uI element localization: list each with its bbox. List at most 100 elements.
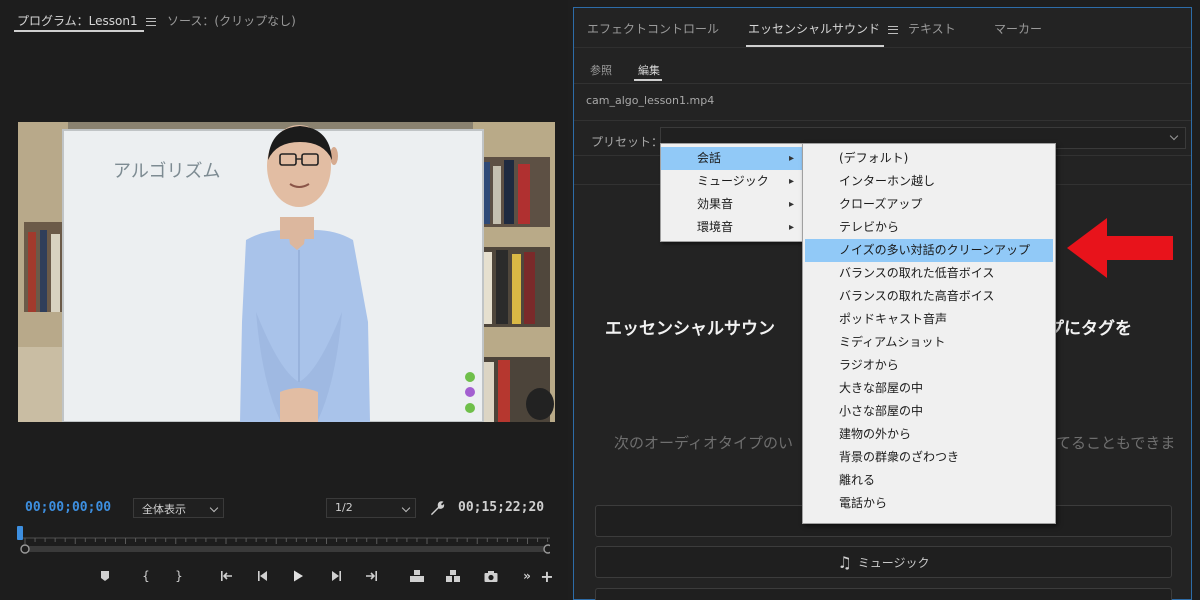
preset-menu-item[interactable]: クローズアップ	[803, 193, 1055, 216]
menu-item-ambience[interactable]: 環境音 ▸	[661, 216, 804, 239]
playback-resolution-value: 1/2	[335, 501, 353, 514]
sfx-type-button[interactable]	[595, 588, 1172, 600]
tab-program[interactable]: プログラム：Lesson1	[17, 12, 156, 29]
menu-item-label: ミュージック	[697, 174, 769, 188]
timeline-ruler[interactable]	[20, 528, 550, 558]
add-icon[interactable]: +	[536, 565, 558, 587]
empty-state-subtext-left: 次のオーディオタイプのい	[614, 434, 793, 452]
dialogue-preset-menu: (デフォルト) インターホン越し クローズアップ テレビからノイズの多い対話のクリーン…	[802, 143, 1056, 524]
active-subtab-underline	[634, 79, 662, 81]
zoom-level-value: 全体表示	[142, 503, 186, 516]
empty-state-subtext-right: てることもできま	[1056, 434, 1176, 452]
menu-item-label: 背景の群衆のざわつき	[839, 450, 960, 464]
menu-item-label: ポッドキャスト音声	[839, 312, 948, 326]
go-to-out-icon[interactable]	[360, 565, 382, 587]
export-frame-icon[interactable]	[480, 565, 502, 587]
empty-state-heading-left: エッセンシャルサウン	[605, 319, 775, 339]
chevron-down-icon	[1169, 131, 1179, 141]
preset-menu-item[interactable]: インターホン越し	[803, 170, 1055, 193]
marker-icon[interactable]	[94, 565, 116, 587]
preset-menu-item[interactable]: バランスの取れた高音ボイス	[803, 285, 1055, 308]
preset-menu-item[interactable]: 背景の群衆のざわつき	[803, 446, 1055, 469]
music-type-button[interactable]: ♫ ミュージック	[595, 546, 1172, 578]
step-forward-icon[interactable]	[325, 565, 347, 587]
zoom-level-select[interactable]: 全体表示	[133, 498, 224, 518]
preset-menu-item[interactable]: 大きな部屋の中	[803, 377, 1055, 400]
preset-menu-item[interactable]: ノイズの多い対話のクリーンアップ	[805, 239, 1053, 262]
step-back-icon[interactable]	[252, 565, 274, 587]
active-tab-underline	[746, 45, 884, 47]
menu-item-dialogue[interactable]: 会話 ▸	[661, 147, 804, 170]
menu-item-label: ノイズの多い対話のクリーンアップ	[839, 243, 1031, 257]
playhead[interactable]	[17, 526, 23, 540]
chevron-right-icon: ▸	[788, 176, 794, 187]
menu-item-music[interactable]: ミュージック ▸	[661, 170, 804, 193]
annotation-arrow-icon	[1067, 218, 1173, 278]
preset-menu-item[interactable]: ラジオから	[803, 354, 1055, 377]
subtab-edit[interactable]: 編集	[638, 62, 660, 78]
mark-out-icon[interactable]: }	[168, 565, 190, 587]
chevron-down-icon	[209, 503, 219, 513]
menu-item-label: 効果音	[697, 197, 734, 211]
menu-item-label: 建物の外から	[839, 427, 912, 441]
active-tab-underline	[14, 30, 144, 32]
menu-item-label: 大きな部屋の中	[839, 381, 924, 395]
tab-program-label: プログラム：Lesson1	[17, 14, 138, 28]
menu-item-label: バランスの取れた低音ボイス	[839, 266, 995, 280]
preset-menu-item[interactable]: 小さな部屋の中	[803, 400, 1055, 423]
menu-item-label: バランスの取れた高音ボイス	[839, 289, 995, 303]
menu-item-label: テレビから	[839, 220, 900, 234]
menu-item-label: 電話から	[839, 496, 888, 510]
playback-resolution-select[interactable]: 1/2	[326, 498, 416, 518]
mark-in-icon[interactable]: {	[135, 565, 157, 587]
more-icon[interactable]: »	[516, 565, 538, 587]
whiteboard-text: アルゴリズム	[113, 161, 220, 182]
menu-item-label: クローズアップ	[839, 197, 923, 211]
tab-markers[interactable]: マーカー	[994, 20, 1042, 37]
current-timecode[interactable]: 00;00;00;00	[25, 500, 111, 515]
play-icon[interactable]	[287, 565, 309, 587]
preset-menu-item[interactable]: 離れる	[803, 469, 1055, 492]
chevron-right-icon: ▸	[788, 222, 794, 233]
music-type-label: ミュージック	[857, 555, 930, 570]
music-note-icon: ♫	[837, 552, 852, 572]
lift-icon[interactable]	[406, 565, 428, 587]
menu-item-label: 小さな部屋の中	[839, 404, 924, 418]
menu-item-label: (デフォルト)	[839, 151, 909, 165]
subtab-browse[interactable]: 参照	[590, 62, 612, 78]
preset-menu-item[interactable]: 建物の外から	[803, 423, 1055, 446]
preset-category-menu: 会話 ▸ ミュージック ▸ 効果音 ▸ 環境音 ▸	[660, 143, 805, 242]
menu-item-sfx[interactable]: 効果音 ▸	[661, 193, 804, 216]
tab-essential-sound[interactable]: エッセンシャルサウンド	[748, 20, 899, 37]
essential-sound-tabs: エフェクトコントロール エッセンシャルサウンド テキスト マーカー	[574, 8, 1191, 48]
menu-item-label: 環境音	[697, 220, 734, 234]
tab-essential-sound-label: エッセンシャルサウンド	[748, 22, 881, 36]
panel-menu-icon[interactable]	[888, 25, 899, 34]
tab-effect-controls[interactable]: エフェクトコントロール	[587, 20, 719, 37]
extract-icon[interactable]	[442, 565, 464, 587]
tab-text[interactable]: テキスト	[908, 20, 956, 37]
go-to-in-icon[interactable]	[216, 565, 238, 587]
video-frame[interactable]: アルゴリズム	[18, 122, 555, 422]
chevron-right-icon: ▸	[788, 153, 794, 164]
menu-item-label: インターホン越し	[839, 174, 936, 188]
preset-menu-item[interactable]: 電話から	[803, 492, 1055, 515]
preset-menu-item[interactable]: ミディアムショット	[803, 331, 1055, 354]
menu-item-label: ラジオから	[839, 358, 899, 372]
preset-menu-item[interactable]: テレビから	[803, 216, 1055, 239]
program-tabs: プログラム：Lesson1 ソース：(クリップなし)	[0, 0, 568, 34]
clip-name: cam_algo_lesson1.mp4	[586, 94, 715, 107]
preset-menu-item[interactable]: (デフォルト)	[803, 147, 1055, 170]
preset-label: プリセット：	[591, 135, 664, 149]
tab-source[interactable]: ソース：(クリップなし)	[167, 12, 296, 29]
chevron-down-icon	[401, 503, 411, 513]
preset-menu-item[interactable]: ポッドキャスト音声	[803, 308, 1055, 331]
essential-sound-subtabs: 参照 編集	[574, 48, 1191, 84]
wrench-icon[interactable]	[428, 499, 446, 517]
menu-item-label: ミディアムショット	[839, 335, 946, 349]
menu-item-label: 離れる	[839, 473, 876, 487]
transport-controls: { } » +	[92, 565, 562, 587]
duration-timecode: 00;15;22;20	[458, 500, 545, 515]
panel-menu-icon[interactable]	[145, 17, 156, 26]
preset-menu-item[interactable]: バランスの取れた低音ボイス	[803, 262, 1055, 285]
